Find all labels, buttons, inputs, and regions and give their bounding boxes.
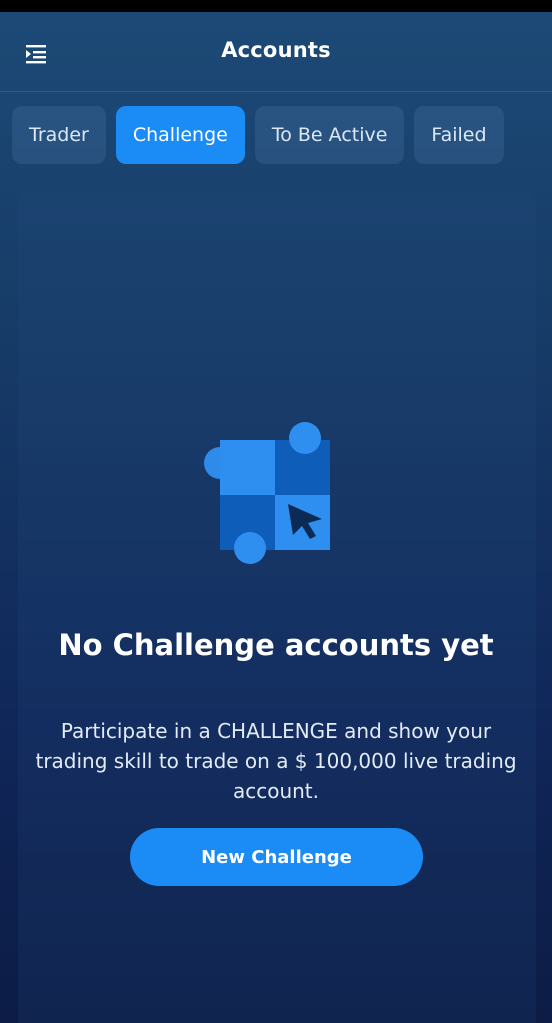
empty-state-card xyxy=(18,191,536,1023)
app-header: Accounts xyxy=(0,12,552,92)
tab-failed[interactable]: Failed xyxy=(414,106,504,164)
tab-challenge[interactable]: Challenge xyxy=(115,106,245,164)
account-tabs: Trader Challenge To Be Active Failed xyxy=(12,106,504,164)
empty-state-description: Participate in a CHALLENGE and show your… xyxy=(35,719,517,803)
tab-to-be-active[interactable]: To Be Active xyxy=(254,106,405,164)
empty-state-title: No Challenge accounts yet xyxy=(58,628,494,662)
status-bar xyxy=(0,0,552,12)
tab-trader[interactable]: Trader xyxy=(12,106,106,164)
checkered-grid-cursor-icon xyxy=(200,420,340,570)
new-challenge-button[interactable]: New Challenge xyxy=(130,828,423,886)
page-title: Accounts xyxy=(221,38,331,62)
